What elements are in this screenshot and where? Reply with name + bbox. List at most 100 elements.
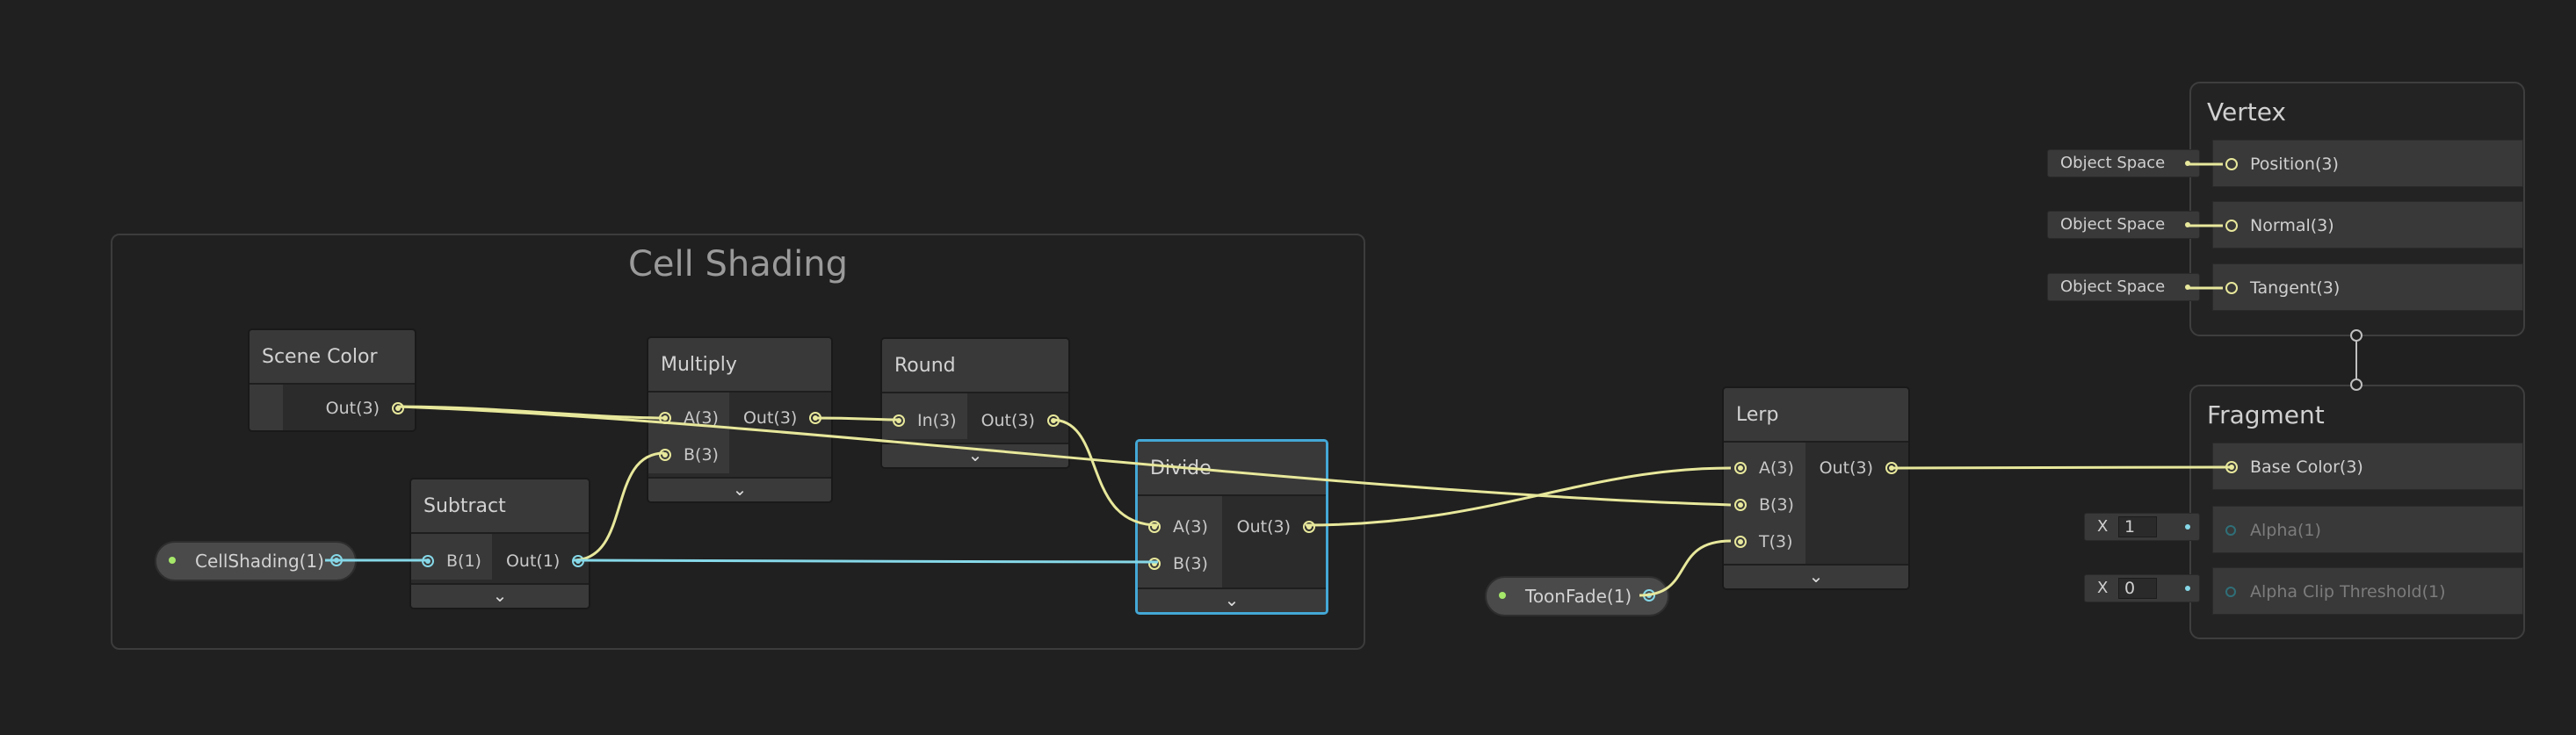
port-b[interactable]: B(3) [1138,545,1222,582]
node-title[interactable]: Divide [1138,442,1326,496]
output-column: Out(1) [491,534,589,580]
node-lerp[interactable]: Lerp A(3) B(3) T(3) Out(3) ⌄ [1722,386,1910,590]
port-b[interactable]: B(3) [1724,486,1805,523]
alpha-clip-value-field[interactable]: X 0 [2084,574,2200,602]
port-dot-icon[interactable] [659,412,671,424]
node-title[interactable]: Lerp [1724,388,1908,443]
output-column: Out(3) [966,393,1068,439]
port-dot-icon[interactable] [1148,521,1161,533]
slot-port-icon[interactable] [2225,282,2238,294]
node-title[interactable]: Scene Color [250,330,415,385]
input-column: A(3) B(3) [648,393,729,473]
slot-label: Normal(3) [2250,216,2334,235]
port-out[interactable]: Out(3) [283,385,415,430]
slot-port-icon[interactable] [2225,587,2236,597]
port-label: Out(3) [325,399,380,418]
node-title[interactable]: Multiply [648,338,831,393]
port-in[interactable]: In(3) [882,402,967,439]
port-label: A(3) [1173,517,1208,537]
port-label: A(3) [684,408,719,428]
chevron-down-icon[interactable]: ⌄ [1138,587,1326,612]
node-title[interactable]: Round [882,339,1068,393]
alpha-clip-value-input[interactable]: 0 [2118,578,2157,599]
chevron-down-icon[interactable]: ⌄ [411,583,589,608]
space-field-tangent[interactable]: Object Space [2047,273,2200,301]
port-dot-icon [2185,161,2190,166]
slot-label: Position(3) [2250,155,2339,174]
port-out[interactable]: Out(3) [1222,508,1326,545]
port-dot-icon[interactable] [1734,499,1747,511]
port-out[interactable]: Out(1) [492,543,589,580]
slot-port-icon[interactable] [2225,158,2238,170]
chevron-down-icon[interactable]: ⌄ [882,443,1068,467]
port-dot-icon[interactable] [1734,536,1747,548]
node-title[interactable]: Subtract [411,479,589,534]
port-b[interactable]: B(3) [648,436,729,473]
slot-alpha-clip-threshold[interactable]: Alpha Clip Threshold(1) [2212,567,2523,615]
port-a[interactable]: A(3) [1138,508,1222,545]
port-t[interactable]: T(3) [1724,523,1805,560]
space-field-normal[interactable]: Object Space [2047,211,2200,239]
slot-label: Base Color(3) [2250,458,2363,477]
property-label: ToonFade(1) [1525,586,1632,607]
alpha-value-field[interactable]: X 1 [2084,513,2200,541]
space-label: Object Space [2060,154,2166,172]
context-vertex[interactable]: Vertex Position(3) Normal(3) Tangent(3) [2189,82,2525,336]
alpha-value-input[interactable]: 1 [2118,516,2157,537]
slot-base-color[interactable]: Base Color(3) [2212,443,2523,490]
port-dot-icon[interactable] [1643,589,1655,602]
port-dot-icon[interactable] [1303,521,1315,533]
port-dot-icon[interactable] [392,402,404,414]
slot-port-icon[interactable] [2225,525,2236,536]
port-label: Out(3) [742,408,798,428]
axis-label: X [2097,517,2109,536]
port-dot-icon[interactable] [809,412,822,424]
port-out[interactable]: Out(3) [729,400,831,436]
port-dot-icon[interactable] [659,449,671,461]
slot-port-icon[interactable] [2225,220,2238,232]
property-label: CellShading(1) [195,551,324,572]
property-cellshading[interactable]: CellShading(1) [155,541,357,581]
port-label: T(3) [1759,532,1793,551]
port-out[interactable]: Out(3) [967,402,1068,439]
slot-alpha[interactable]: Alpha(1) [2212,506,2523,553]
property-toonfade[interactable]: ToonFade(1) [1485,576,1669,616]
port-label: In(3) [917,411,957,430]
port-label: A(3) [1759,458,1794,478]
chevron-down-icon[interactable]: ⌄ [648,477,831,501]
node-multiply[interactable]: Multiply A(3) B(3) Out(3) ⌄ [647,336,833,503]
port-label: B(3) [684,445,719,465]
port-dot-icon[interactable] [1148,558,1161,570]
port-out[interactable]: Out(3) [1805,450,1908,486]
port-dot-icon[interactable] [422,555,434,567]
port-dot-icon[interactable] [1046,414,1060,427]
port-label: B(1) [446,551,481,571]
slot-position[interactable]: Position(3) [2212,140,2523,187]
space-field-position[interactable]: Object Space [2047,149,2200,177]
wire-divide-lerp [1305,466,1732,527]
slot-port-icon[interactable] [2225,461,2238,473]
node-subtract[interactable]: Subtract B(1) Out(1) ⌄ [409,478,590,609]
port-b[interactable]: B(1) [411,543,492,580]
port-dot-icon [2185,524,2190,530]
group-title[interactable]: Cell Shading [112,244,1364,285]
node-scene-color[interactable]: Scene Color Out(3) [248,328,416,432]
node-round[interactable]: Round In(3) Out(3) ⌄ [880,337,1070,469]
context-title: Vertex [2207,97,2287,126]
port-dot-icon[interactable] [1734,462,1747,474]
port-dot-icon[interactable] [330,554,343,566]
context-fragment[interactable]: Fragment Base Color(3) Alpha(1) Alpha Cl… [2189,385,2525,639]
port-dot-icon[interactable] [1885,462,1898,474]
slot-tangent[interactable]: Tangent(3) [2212,263,2523,311]
port-dot-icon[interactable] [572,555,585,567]
port-a[interactable]: A(3) [648,400,729,436]
port-label: B(3) [1759,495,1794,515]
slot-label: Alpha(1) [2250,521,2321,540]
property-dot-icon [1499,592,1506,599]
port-label: Out(3) [1236,517,1291,537]
chevron-down-icon[interactable]: ⌄ [1724,564,1908,588]
slot-normal[interactable]: Normal(3) [2212,201,2523,249]
node-divide[interactable]: Divide A(3) B(3) Out(3) ⌄ [1135,439,1328,615]
port-a[interactable]: A(3) [1724,450,1805,486]
port-dot-icon[interactable] [893,414,905,427]
